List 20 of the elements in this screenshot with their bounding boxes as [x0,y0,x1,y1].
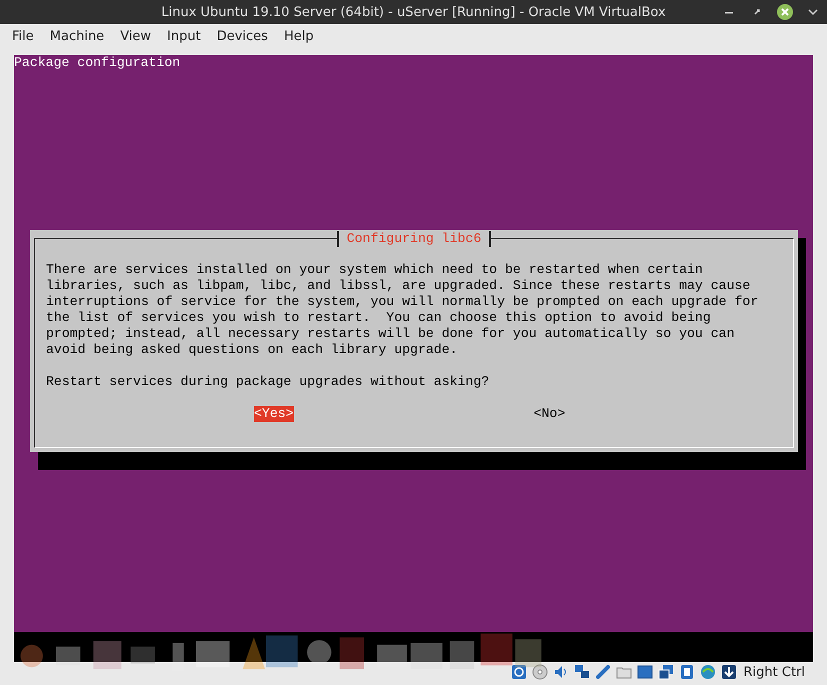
menu-item[interactable]: Help [276,26,322,46]
menu-item[interactable]: Machine [42,26,112,46]
download-icon[interactable] [720,663,738,681]
yes-button[interactable]: <Yes> [254,406,294,422]
screen-header: Package configuration [14,55,182,71]
network-icon[interactable] [572,663,590,681]
display-icon[interactable] [636,663,654,681]
windows-icon[interactable] [656,663,674,681]
no-button[interactable]: <No> [534,406,566,422]
menu-item[interactable]: View [112,26,160,46]
optical-disc-icon[interactable] [530,663,548,681]
close-icon[interactable] [775,2,795,22]
window-title: Linux Ubuntu 19.10 Server (64bit) - uServer [Running] - Oracle VM VirtualBox [161,4,666,20]
menu-item[interactable]: File [4,26,42,46]
host-key-label: Right Ctrl [744,664,805,680]
dialog-question: Restart services during package upgrades without asking? [46,374,490,390]
dialog-title: Configuring libc6 [336,231,492,247]
menu-item[interactable]: Devices [208,26,276,46]
menu-item[interactable]: Input [159,26,209,46]
dialog-message: There are services installed on your system which need to be restarted when certain libraries, such as libpam, libc, and libssl, are upgraded. Since these restarts may cause interruptions of service for the system, you will normally be prompted on each upgrade for the list of services you wish to restart. You can choose this option to avoid being prompted; instead, all necessary restarts will be done for you automatically so you can avoid being asked questions on each library upgrade. [46,262,760,358]
